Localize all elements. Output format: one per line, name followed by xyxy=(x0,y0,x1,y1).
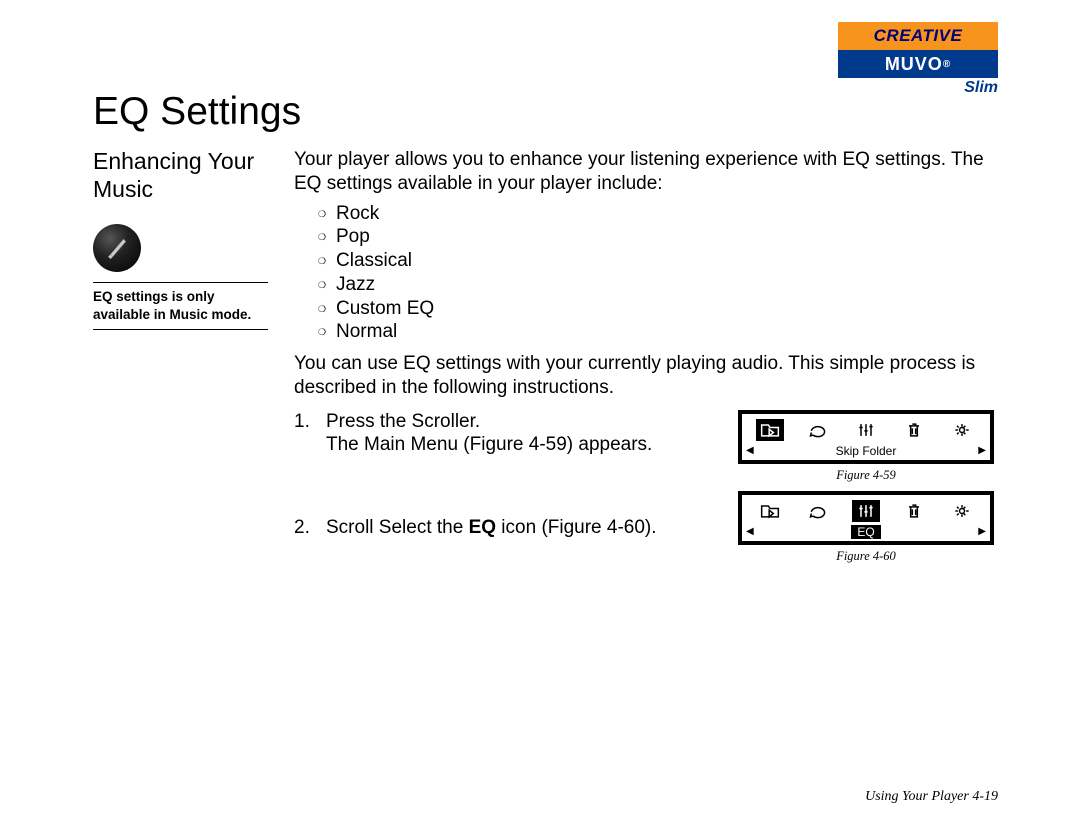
logo-slim: Slim xyxy=(838,79,998,97)
figures-column: ◀ Skip Folder ▶ Figure 4-59 xyxy=(738,410,994,573)
settings-icon xyxy=(948,419,976,441)
step-body: Scroll Select the EQ icon (Figure 4-60). xyxy=(326,516,724,540)
eq-icon xyxy=(852,419,880,441)
folder-icon xyxy=(756,500,784,522)
figure-caption: Figure 4-60 xyxy=(738,549,994,565)
intro-text: Your player allows you to enhance your l… xyxy=(294,148,994,196)
right-arrow-icon: ▶ xyxy=(978,526,986,539)
eq-icon xyxy=(852,500,880,522)
repeat-icon xyxy=(804,500,832,522)
list-item: Jazz xyxy=(318,273,994,297)
list-item: Normal xyxy=(318,320,994,344)
step-number: 2. xyxy=(294,516,326,540)
right-arrow-icon: ▶ xyxy=(978,445,986,458)
player-screen: ◀ EQ ▶ xyxy=(738,491,994,545)
brand-logo: CREATIVE MUVO® Slim xyxy=(838,22,998,97)
description-text: You can use EQ settings with your curren… xyxy=(294,352,994,400)
figure-caption: Figure 4-59 xyxy=(738,468,994,484)
screen-label: EQ xyxy=(851,525,880,539)
page-title: EQ Settings xyxy=(93,90,301,134)
section-subtitle: Enhancing Your Music xyxy=(93,148,263,203)
list-item: Custom EQ xyxy=(318,297,994,321)
list-item: Rock xyxy=(318,202,994,226)
left-arrow-icon: ◀ xyxy=(746,526,754,539)
repeat-icon xyxy=(804,419,832,441)
preset-list: Rock Pop Classical Jazz Custom EQ Normal xyxy=(318,202,994,345)
screen-label-row: ◀ EQ ▶ xyxy=(742,525,990,541)
logo-muvo: MUVO® xyxy=(838,50,998,78)
steps-area: 1. Press the Scroller. The Main Menu (Fi… xyxy=(294,410,994,540)
figure-460: ◀ EQ ▶ Figure 4-60 xyxy=(738,491,994,565)
tip-icon xyxy=(93,224,141,272)
screen-label: Skip Folder xyxy=(754,444,979,459)
settings-icon xyxy=(948,500,976,522)
logo-creative: CREATIVE xyxy=(838,22,998,50)
player-screen: ◀ Skip Folder ▶ xyxy=(738,410,994,464)
folder-icon xyxy=(756,419,784,441)
step-number: 1. xyxy=(294,410,326,458)
step-body: Press the Scroller. The Main Menu (Figur… xyxy=(326,410,724,458)
figure-459: ◀ Skip Folder ▶ Figure 4-59 xyxy=(738,410,994,484)
content-area: Your player allows you to enhance your l… xyxy=(294,148,994,567)
page-footer: Using Your Player 4-19 xyxy=(865,789,998,805)
delete-icon xyxy=(900,419,928,441)
left-arrow-icon: ◀ xyxy=(746,445,754,458)
list-item: Pop xyxy=(318,225,994,249)
delete-icon xyxy=(900,500,928,522)
tip-box: EQ settings is only available in Music m… xyxy=(93,224,268,330)
list-item: Classical xyxy=(318,249,994,273)
tip-text: EQ settings is only available in Music m… xyxy=(93,282,268,330)
